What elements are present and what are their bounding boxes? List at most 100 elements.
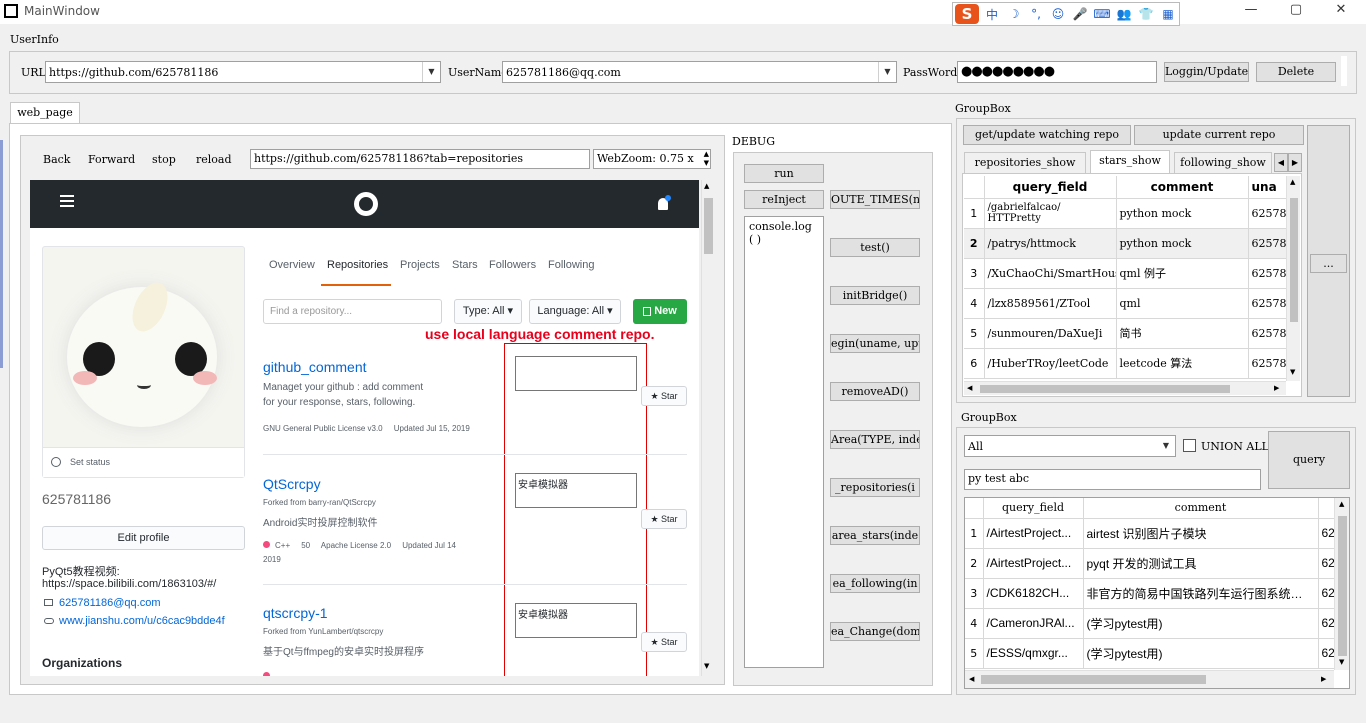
comment-cell[interactable]: (学习pytest用) xyxy=(1083,638,1319,669)
query-field-cell[interactable]: /HuberTRoy/leetCode xyxy=(984,348,1117,379)
uname-cell[interactable]: 625 xyxy=(1318,548,1334,579)
column-header[interactable]: query_field xyxy=(984,176,1117,199)
ime-chinese-icon[interactable]: 中 xyxy=(983,6,1001,23)
query-field-cell[interactable]: /AirtestProject... xyxy=(983,518,1084,549)
comment-cell[interactable]: pyqt 开发的测试工具 xyxy=(1083,548,1319,579)
tab-followers[interactable]: Followers xyxy=(489,259,536,271)
func-button-6[interactable]: _repositories(i xyxy=(830,478,920,497)
tab-overview[interactable]: Overview xyxy=(269,259,315,271)
password-input[interactable]: ●●●●●●●●● xyxy=(957,61,1157,83)
tab-projects[interactable]: Projects xyxy=(400,259,440,271)
table-row[interactable]: 4/CameronJRAl...(学习pytest用)625 xyxy=(965,608,1334,639)
query-field-cell[interactable]: /patrys/httmock xyxy=(984,228,1117,259)
func-button-8[interactable]: ea_following(in xyxy=(830,574,920,593)
column-header[interactable]: comment xyxy=(1116,176,1249,199)
avatar[interactable]: Set status xyxy=(42,246,245,478)
column-header[interactable]: query_field xyxy=(983,498,1084,519)
scroll-right-icon[interactable]: ▶ xyxy=(1274,384,1279,392)
query-field-cell[interactable]: /AirtestProject... xyxy=(983,548,1084,579)
chevron-down-icon[interactable]: ▼ xyxy=(878,62,896,82)
reload-button[interactable]: reload xyxy=(196,153,232,166)
forward-button[interactable]: Forward xyxy=(88,153,135,166)
username-combo[interactable]: 625781186@qq.com ▼ xyxy=(502,61,897,83)
scroll-thumb[interactable] xyxy=(1290,198,1298,322)
url-combo[interactable]: https://github.com/625781186 ▼ xyxy=(45,61,441,83)
type-filter-button[interactable]: Type: All ▾ xyxy=(454,299,522,324)
table-row[interactable]: 2/patrys/httmockpython mock625781 xyxy=(964,228,1286,259)
repo-comment-textarea[interactable]: 安卓模拟器 xyxy=(515,603,637,638)
query-button[interactable]: query xyxy=(1268,431,1350,489)
table-row[interactable]: 1/AirtestProject...airtest 识别图片子模块625 xyxy=(965,518,1334,549)
tab-scroll-left-icon[interactable]: ◀ xyxy=(1274,153,1288,172)
query-field-cell[interactable]: /ESSS/qmxgr... xyxy=(983,638,1084,669)
comment-cell[interactable]: (学习pytest用) xyxy=(1083,608,1319,639)
ime-punct-icon[interactable]: °, xyxy=(1027,7,1045,21)
scroll-up-icon[interactable]: ▲ xyxy=(1339,500,1344,508)
uname-cell[interactable]: 625781 xyxy=(1248,258,1286,289)
repo-comment-textarea[interactable]: 安卓模拟器 xyxy=(515,473,637,508)
chevron-down-icon[interactable]: ▼ xyxy=(1157,436,1175,456)
uname-cell[interactable]: 625781 xyxy=(1248,198,1286,229)
stop-button[interactable]: stop xyxy=(152,153,176,166)
scroll-down-icon[interactable]: ▼ xyxy=(704,662,709,670)
comment-cell[interactable]: 简书 xyxy=(1116,318,1249,349)
menu-icon[interactable] xyxy=(60,195,74,197)
uname-cell[interactable]: 625 xyxy=(1318,518,1334,549)
webzoom-spinbox[interactable]: WebZoom: 0.75 x ▲ ▼ xyxy=(593,149,711,169)
comment-cell[interactable]: qml 例子 xyxy=(1116,258,1249,289)
uname-cell[interactable]: 625 xyxy=(1318,578,1334,609)
comment-cell[interactable]: qml xyxy=(1116,288,1249,319)
query-field-cell[interactable]: /sunmouren/DaXueJi xyxy=(984,318,1117,349)
uname-cell[interactable]: 625781 xyxy=(1248,318,1286,349)
stars-table-hscrollbar[interactable]: ◀ ▶ xyxy=(964,381,1286,395)
website-link[interactable]: www.jianshu.com/u/c6cac9bdde4f xyxy=(59,615,225,627)
scroll-left-icon[interactable]: ◀ xyxy=(967,384,972,392)
func-button-2[interactable]: initBridge() xyxy=(830,286,920,305)
reinject-button[interactable]: reInject xyxy=(744,190,824,209)
search-input[interactable]: py test abc xyxy=(964,469,1261,490)
column-header[interactable] xyxy=(1318,498,1334,519)
ime-emoji-icon[interactable]: ☺ xyxy=(1049,7,1067,21)
address-bar[interactable]: https://github.com/625781186?tab=reposit… xyxy=(250,149,590,169)
scroll-down-icon[interactable]: ▼ xyxy=(1290,368,1295,376)
tab-repositories[interactable]: Repositories xyxy=(327,259,388,271)
tab-stars[interactable]: Stars xyxy=(452,259,478,271)
uname-cell[interactable]: 625 xyxy=(1318,638,1334,669)
console-log-output[interactable]: console.log ( ) xyxy=(744,216,824,668)
chevron-down-icon[interactable]: ▼ xyxy=(422,62,440,82)
table-row[interactable]: 3/XuChaoChi/SmartHouseqml 例子625781 xyxy=(964,258,1286,289)
run-button[interactable]: run xyxy=(744,164,824,183)
func-button-4[interactable]: removeAD() xyxy=(830,382,920,401)
query-field-cell[interactable]: /gabrielfalcao/ HTTPretty xyxy=(984,198,1117,229)
table-row[interactable]: 1/gabrielfalcao/ HTTPretty python mock 625… xyxy=(964,198,1286,229)
scroll-left-icon[interactable]: ◀ xyxy=(969,675,974,683)
ime-menu-icon[interactable]: ▦ xyxy=(1159,7,1177,21)
func-button-0[interactable]: OUTE_TIMES(num xyxy=(830,190,920,209)
star-button[interactable]: ★ Star xyxy=(641,509,687,529)
func-button-9[interactable]: ea_Change(dom_t xyxy=(830,622,920,641)
table-row[interactable]: 5/ESSS/qmxgr...(学习pytest用)625 xyxy=(965,638,1334,669)
edit-profile-button[interactable]: Edit profile xyxy=(42,526,245,550)
table-row[interactable]: 2/AirtestProject...pyqt 开发的测试工具625 xyxy=(965,548,1334,579)
comment-cell[interactable]: airtest 识别图片子模块 xyxy=(1083,518,1319,549)
query-field-cell[interactable]: /XuChaoChi/SmartHouse xyxy=(984,258,1117,289)
uname-cell[interactable]: 625 xyxy=(1318,608,1334,639)
new-repo-button[interactable]: New xyxy=(633,299,687,324)
star-button[interactable]: ★ Star xyxy=(641,632,687,652)
github-logo-icon[interactable] xyxy=(354,192,378,216)
filter-combo[interactable]: All ▼ xyxy=(964,435,1176,457)
find-repo-input[interactable]: Find a repository... xyxy=(263,299,442,324)
repo-name[interactable]: github_comment xyxy=(263,359,367,375)
scroll-thumb[interactable] xyxy=(704,198,713,254)
func-button-3[interactable]: egin(uname, upw xyxy=(830,334,920,353)
scroll-up-icon[interactable]: ▲ xyxy=(1290,178,1295,186)
stars-table-vscrollbar[interactable]: ▲ ▼ xyxy=(1286,176,1300,381)
maximize-button[interactable]: ▢ xyxy=(1281,2,1311,17)
side-more-button[interactable]: ... xyxy=(1307,125,1350,397)
uname-cell[interactable]: 625781 xyxy=(1248,348,1286,379)
scroll-down-icon[interactable]: ▼ xyxy=(1339,658,1344,666)
ime-user-icon[interactable]: 👥 xyxy=(1115,7,1133,21)
column-header[interactable]: comment xyxy=(1083,498,1319,519)
repo-name[interactable]: qtscrcpy-1 xyxy=(263,605,328,621)
func-button-7[interactable]: area_stars(inde xyxy=(830,526,920,545)
